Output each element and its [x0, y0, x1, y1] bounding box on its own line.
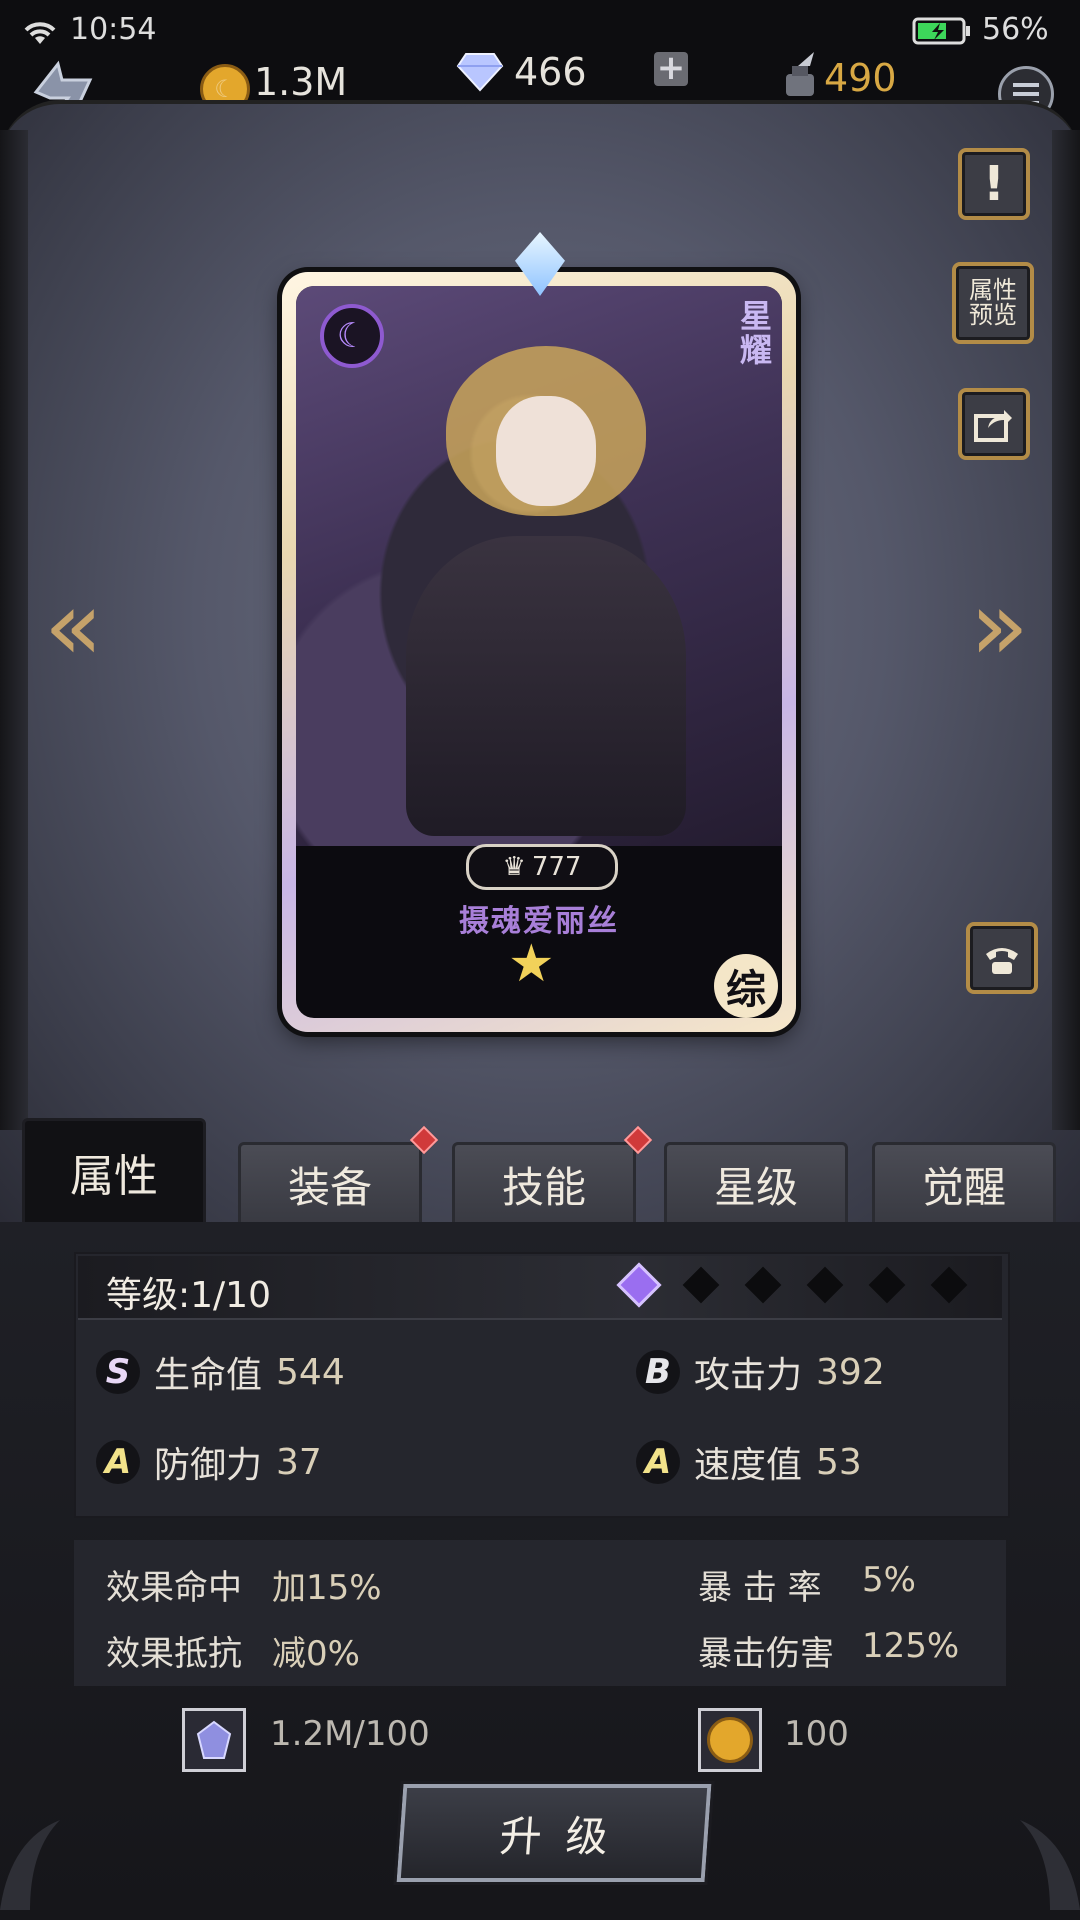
ink-amount: 490 [824, 56, 897, 100]
hero-dress [406, 536, 686, 836]
tab-label: 属性 [70, 1151, 158, 1202]
stat-hp: S 生命值 544 [96, 1344, 345, 1400]
stat-speed: A 速度值 53 [636, 1434, 862, 1490]
crit-rate-value: 5% [862, 1560, 916, 1600]
corner-ornament-right [1020, 1820, 1080, 1910]
diamond-icon [456, 53, 504, 92]
crit-rate-label: 暴 击 率 [698, 1568, 822, 1608]
stat-defense: A 防御力 37 [96, 1434, 322, 1490]
hero-card[interactable]: ☾ 星耀 ♛ 777 摄魂爱丽丝 ★ 综 [282, 272, 796, 1032]
gold-cost-icon [698, 1708, 762, 1772]
tab-awaken[interactable]: 觉醒 [872, 1142, 1056, 1226]
stat-value: 53 [816, 1441, 862, 1483]
grade-badge: B [636, 1350, 680, 1394]
hero-face [496, 396, 596, 506]
corner-ornament-left [0, 1820, 60, 1910]
crit-damage-value: 125% [862, 1626, 960, 1666]
tab-attributes[interactable]: 属性 [22, 1118, 206, 1226]
power-plate: ♛ 777 [466, 844, 618, 890]
gold-cost-value: 100 [784, 1714, 849, 1754]
share-button[interactable] [958, 388, 1030, 460]
effect-resist-label: 效果抵抗 [106, 1634, 242, 1674]
grade-badge: A [96, 1440, 140, 1484]
wifi-icon [24, 22, 56, 44]
battery-icon [912, 17, 970, 45]
tab-star-level[interactable]: 星级 [664, 1142, 848, 1226]
telephone-icon [986, 948, 1018, 974]
stage-frame-left [0, 130, 28, 1130]
attribute-preview-label: 属性预览 [969, 275, 1017, 329]
share-icon [974, 410, 1012, 442]
card-inner: ☾ 星耀 ♛ 777 摄魂爱丽丝 ★ 综 [296, 286, 782, 1018]
card-rarity-tag: 星耀 [739, 297, 772, 369]
effect-hit-label: 效果命中 [106, 1568, 242, 1608]
grade-badge: S [96, 1350, 140, 1394]
moon-faction-icon: ☾ [320, 304, 384, 368]
level-text: 等级:1/10 [106, 1275, 271, 1316]
voice-button[interactable] [966, 922, 1038, 994]
crystal-cost-icon [182, 1708, 246, 1772]
power-value: 777 [531, 852, 582, 882]
tab-label: 技能 [501, 1162, 586, 1212]
tab-label: 装备 [287, 1162, 372, 1212]
stat-value: 544 [276, 1351, 345, 1393]
grade-badge: A [636, 1440, 680, 1484]
tab-label: 觉醒 [921, 1162, 1006, 1212]
exclamation-icon: ! [983, 155, 1005, 212]
next-hero-arrow[interactable]: » [970, 578, 1029, 674]
prev-hero-arrow[interactable]: « [44, 578, 103, 674]
star-icon: ★ [508, 934, 555, 994]
tab-label: 星级 [713, 1162, 798, 1212]
stat-label: 生命值 [154, 1355, 263, 1396]
crystal-cost-value: 1.2M/100 [270, 1714, 430, 1754]
add-diamond-button[interactable]: + [654, 51, 688, 86]
status-time: 10:54 [70, 12, 157, 47]
stat-value: 392 [816, 1351, 885, 1393]
stat-label: 速度值 [694, 1445, 803, 1486]
effect-resist-value: 减0% [272, 1634, 360, 1674]
stat-value: 37 [276, 1441, 322, 1483]
crown-icon: ♛ [502, 852, 526, 882]
hero-class-badge: 综 [714, 954, 778, 1018]
stage-frame-right [1052, 130, 1080, 1130]
tab-skills[interactable]: 技能 [452, 1142, 636, 1226]
upgrade-button[interactable]: 升级 [393, 1781, 715, 1885]
stat-attack: B 攻击力 392 [636, 1344, 885, 1400]
gold-amount: 1.3M [254, 60, 348, 104]
upgrade-label: 升级 [498, 1811, 634, 1861]
diamond-amount: 466 [514, 50, 587, 94]
effect-hit-value: 加15% [272, 1568, 382, 1608]
stat-label: 防御力 [154, 1445, 263, 1486]
stat-label: 攻击力 [694, 1355, 803, 1396]
crit-damage-label: 暴击伤害 [698, 1634, 834, 1674]
battery-percent: 56% [982, 12, 1049, 47]
attribute-preview-button[interactable]: 属性预览 [952, 262, 1034, 344]
tab-bar: 属性 装备 技能 星级 觉醒 [0, 1112, 1080, 1226]
hero-portrait [296, 286, 782, 846]
info-button[interactable]: ! [958, 148, 1030, 220]
tab-equipment[interactable]: 装备 [238, 1142, 422, 1226]
ink-bottle-icon [786, 52, 814, 96]
